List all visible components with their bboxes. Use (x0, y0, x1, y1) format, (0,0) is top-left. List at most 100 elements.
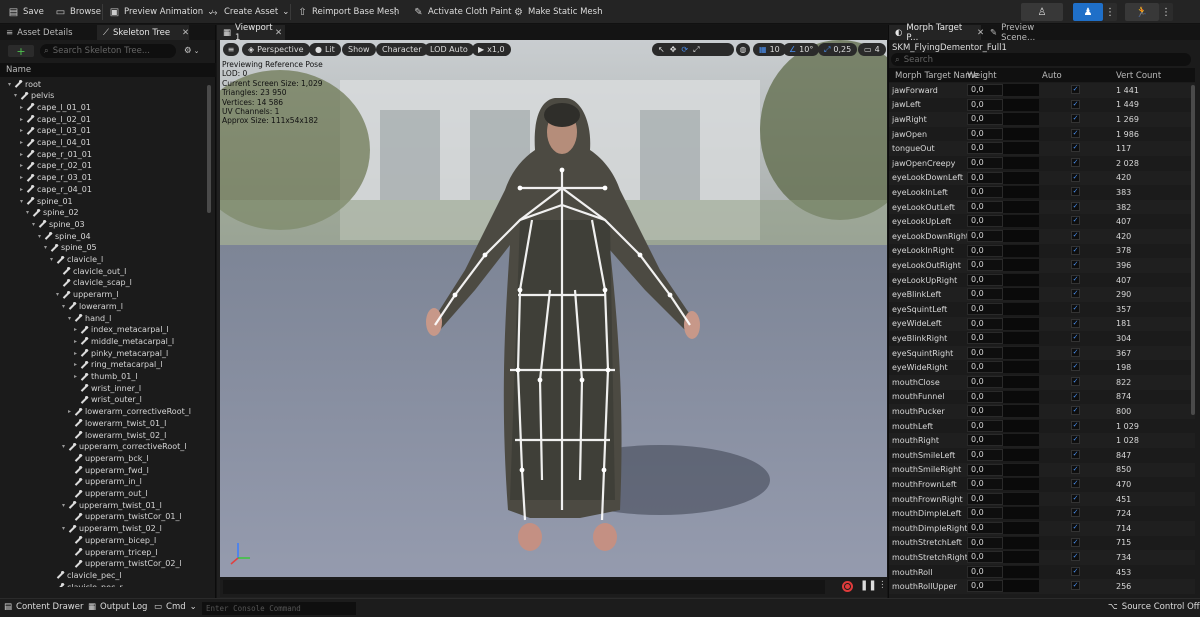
collapse-arrow-icon[interactable]: ▸ (72, 338, 79, 345)
auto-checkbox[interactable]: ✓ (1071, 114, 1080, 124)
collapse-arrow-icon[interactable]: ▸ (72, 350, 79, 357)
timeline-track[interactable] (223, 580, 825, 594)
weight-slider[interactable] (1003, 113, 1039, 126)
weight-field[interactable]: 0,0 (967, 434, 1003, 447)
weight-field[interactable]: 0,0 (967, 200, 1003, 213)
auto-checkbox[interactable]: ✓ (1071, 158, 1080, 167)
auto-checkbox[interactable]: ✓ (1071, 523, 1080, 532)
weight-slider[interactable] (1003, 346, 1039, 359)
weight-field[interactable]: 0,0 (967, 171, 1003, 184)
auto-checkbox[interactable]: ✓ (1071, 289, 1080, 299)
auto-checkbox[interactable]: ✓ (1071, 377, 1080, 386)
collapse-arrow-icon[interactable]: ▸ (66, 408, 73, 415)
mode-options-button[interactable]: ⋮ (1159, 3, 1173, 21)
bone-row[interactable]: clavicle_pec_l (0, 569, 208, 581)
browse-button[interactable]: ▭ Browse (51, 3, 105, 21)
morph-target-row[interactable]: tongueOut 0,0 ✓ 117 (889, 141, 1195, 156)
bone-row[interactable]: clavicle_pec_r (0, 581, 208, 587)
auto-checkbox[interactable]: ✓ (1071, 172, 1080, 182)
show-button[interactable]: Show (342, 43, 376, 56)
auto-checkbox[interactable]: ✓ (1071, 318, 1080, 328)
collapse-arrow-icon[interactable]: ▸ (72, 326, 79, 333)
bone-row[interactable]: lowerarm_twist_02_l (0, 429, 208, 441)
bone-row[interactable]: upperarm_in_l (0, 476, 208, 488)
weight-slider[interactable] (1003, 288, 1039, 301)
3d-viewport[interactable]: ≡ ◈ Perspective ● Lit Show Character LOD A… (220, 40, 887, 577)
expand-arrow-icon[interactable]: ▾ (36, 233, 43, 240)
weight-slider[interactable] (1003, 434, 1039, 447)
morph-target-row[interactable]: eyeBlinkLeft 0,0 ✓ 290 (889, 287, 1195, 302)
weight-field[interactable]: 0,0 (967, 98, 1003, 111)
morph-search-input[interactable]: ⌕ Search (891, 53, 1191, 66)
bone-row[interactable]: ▾ clavicle_l (0, 254, 208, 266)
weight-field[interactable]: 0,0 (967, 273, 1003, 286)
bone-row[interactable]: ▾ upperarm_twist_01_l (0, 499, 208, 511)
morph-target-row[interactable]: eyeLookDownLeft 0,0 ✓ 420 (889, 170, 1195, 186)
auto-checkbox[interactable]: ✓ (1071, 201, 1080, 211)
column-auto[interactable]: Auto (1042, 71, 1062, 81)
auto-checkbox[interactable]: ✓ (1071, 435, 1080, 445)
weight-field[interactable]: 0,0 (967, 522, 1003, 534)
weight-slider[interactable] (1003, 419, 1039, 432)
weight-field[interactable]: 0,0 (967, 215, 1003, 228)
morph-target-row[interactable]: mouthSmileLeft 0,0 ✓ 847 (889, 448, 1195, 463)
weight-slider[interactable] (1003, 390, 1039, 403)
weight-slider[interactable] (1003, 361, 1039, 374)
create-asset-dropdown[interactable]: ⤷ Create Asset ⌄ (205, 3, 293, 21)
morph-target-row[interactable]: eyeSquintLeft 0,0 ✓ 357 (889, 302, 1195, 317)
preview-animation-dropdown[interactable]: ▣ Preview Animation ⌄ (105, 3, 218, 21)
weight-slider[interactable] (1003, 142, 1039, 155)
weight-field[interactable]: 0,0 (967, 186, 1003, 199)
auto-checkbox[interactable]: ✓ (1071, 128, 1080, 138)
bone-row[interactable]: ▾ pelvis (0, 90, 208, 102)
bone-row[interactable]: ▾ hand_l (0, 312, 208, 324)
weight-slider[interactable] (1003, 303, 1039, 315)
morph-target-row[interactable]: jawOpen 0,0 ✓ 1 986 (889, 126, 1195, 142)
close-tab-button[interactable]: ✕ (269, 25, 283, 40)
tree-scrollbar[interactable] (207, 85, 211, 213)
weight-slider[interactable] (1003, 492, 1039, 505)
bone-row[interactable]: ▾ lowerarm_l (0, 300, 208, 312)
morph-target-row[interactable]: mouthRollUpper 0,0 ✓ 256 (889, 579, 1195, 594)
bone-row[interactable]: ▾ spine_03 (0, 218, 208, 230)
weight-slider[interactable] (1003, 332, 1039, 345)
expand-arrow-icon[interactable]: ▾ (6, 81, 13, 88)
collapse-arrow-icon[interactable]: ▸ (18, 116, 25, 123)
world-local-button[interactable]: ◍ (736, 43, 750, 56)
auto-checkbox[interactable]: ✓ (1071, 216, 1080, 226)
weight-slider[interactable] (1003, 565, 1039, 578)
weight-slider[interactable] (1003, 244, 1039, 257)
auto-checkbox[interactable]: ✓ (1071, 479, 1080, 489)
auto-checkbox[interactable]: ✓ (1071, 85, 1080, 94)
weight-slider[interactable] (1003, 463, 1039, 476)
weight-field[interactable]: 0,0 (967, 317, 1003, 330)
weight-slider[interactable] (1003, 507, 1039, 520)
weight-slider[interactable] (1003, 186, 1039, 199)
viewport-menu-button[interactable]: ≡ (223, 43, 239, 56)
bone-row[interactable]: upperarm_twistCor_01_l (0, 511, 208, 523)
morph-target-row[interactable]: eyeLookInRight 0,0 ✓ 378 (889, 243, 1195, 259)
bone-row[interactable]: ▸ cape_l_01_01 (0, 101, 208, 113)
weight-slider[interactable] (1003, 449, 1039, 461)
perspective-button[interactable]: ◈ Perspective (242, 43, 310, 56)
source-control-button[interactable]: ⌥ Source Control Off (1108, 602, 1200, 612)
weight-slider[interactable] (1003, 522, 1039, 534)
search-skeleton-input[interactable]: ⌕ Search Skeleton Tree... (40, 44, 176, 58)
weight-slider[interactable] (1003, 551, 1039, 564)
weight-field[interactable]: 0,0 (967, 551, 1003, 564)
morph-target-row[interactable]: mouthDimpleLeft 0,0 ✓ 724 (889, 506, 1195, 521)
bone-row[interactable]: ▾ spine_04 (0, 230, 208, 242)
weight-field[interactable]: 0,0 (967, 113, 1003, 126)
bone-row[interactable]: clavicle_scap_l (0, 277, 208, 289)
bone-row[interactable]: ▸ pinky_metacarpal_l (0, 347, 208, 359)
expand-arrow-icon[interactable]: ▾ (60, 525, 67, 532)
morph-target-row[interactable]: mouthSmileRight 0,0 ✓ 850 (889, 462, 1195, 478)
weight-field[interactable]: 0,0 (967, 259, 1003, 272)
content-drawer-button[interactable]: ▤ Content Drawer (4, 602, 83, 612)
console-command-input[interactable]: Enter Console Command (202, 602, 356, 615)
bone-row[interactable]: upperarm_out_l (0, 488, 208, 500)
bone-row[interactable]: ▾ upperarm_correctiveRoot_l (0, 441, 208, 453)
bone-row[interactable]: ▸ ring_metacarpal_l (0, 359, 208, 371)
expand-arrow-icon[interactable]: ▾ (12, 92, 19, 99)
expand-arrow-icon[interactable]: ▾ (54, 291, 61, 298)
